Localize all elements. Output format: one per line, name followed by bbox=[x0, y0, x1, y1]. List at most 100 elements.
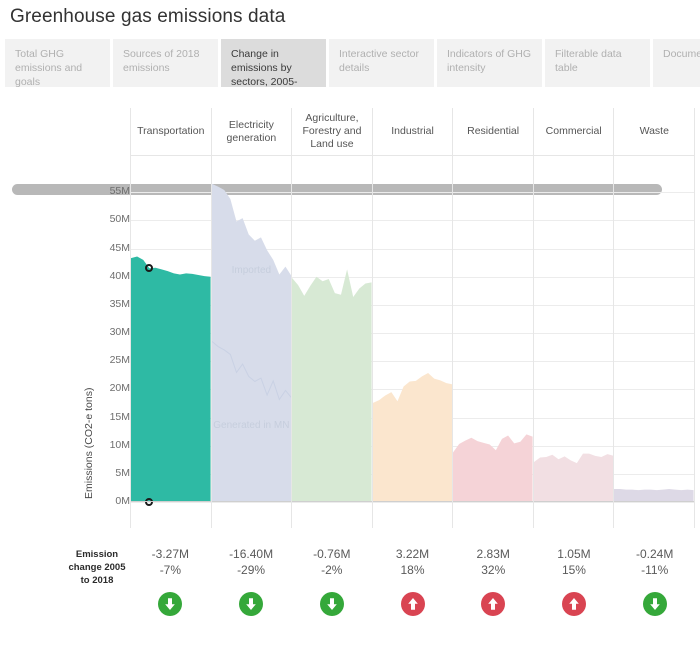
emission-change-percent: 32% bbox=[481, 563, 506, 577]
sector-panel-header: Transportation bbox=[131, 108, 211, 156]
emission-change-cell-3: 3.22M 18% bbox=[372, 528, 453, 664]
tab-5[interactable]: Filterable data table bbox=[545, 39, 650, 87]
generated-in-mn-line bbox=[212, 342, 292, 400]
area-fill bbox=[453, 434, 533, 502]
emission-change-cell-6: -0.24M -11% bbox=[614, 528, 695, 664]
arrow-up-icon bbox=[481, 592, 506, 616]
emission-change-percent: 15% bbox=[561, 563, 586, 577]
page-title: Greenhouse gas emissions data bbox=[10, 6, 286, 27]
x-axis-baseline bbox=[614, 501, 695, 502]
sector-panel-5[interactable]: Commercial bbox=[532, 108, 614, 528]
emission-change-value: -0.76M bbox=[313, 547, 351, 561]
tab-2[interactable]: Change in emissions by sectors, 2005-201… bbox=[221, 39, 326, 87]
y-tick-label: 20M bbox=[109, 382, 130, 395]
sector-panel-0[interactable]: Transportation bbox=[130, 108, 211, 528]
arrow-down-icon bbox=[642, 592, 667, 616]
emission-change-row-label: Emission change 2005 to 2018 bbox=[68, 549, 126, 586]
dashboard-root: Greenhouse gas emissions data Total GHG … bbox=[0, 0, 700, 664]
sector-panel-4[interactable]: Residential bbox=[452, 108, 533, 528]
gridline bbox=[211, 502, 292, 503]
sector-emissions-chart: Emissions (CO2-e tons) 0M 5M 10M 15M 20M 25M 3… bbox=[0, 108, 700, 528]
arrow-down-icon bbox=[319, 592, 344, 616]
emission-change-percent: -2% bbox=[321, 563, 343, 577]
sector-area-plot bbox=[533, 181, 614, 503]
sector-panel-2[interactable]: Agriculture, Forestry and Land use bbox=[291, 108, 372, 528]
emission-change-percent: -7% bbox=[159, 563, 182, 577]
emission-change-cell-0: -3.27M -7% bbox=[130, 528, 211, 664]
emission-change-value: -3.27M bbox=[151, 547, 190, 561]
area-fill bbox=[372, 373, 453, 502]
y-tick-label: 50M bbox=[109, 213, 130, 226]
sector-area-plot bbox=[292, 181, 372, 503]
tab-4[interactable]: Indicators of GHG intensity bbox=[437, 39, 542, 87]
emission-change-percent: 18% bbox=[400, 563, 425, 577]
emission-change-value: -0.24M bbox=[635, 547, 674, 561]
sector-panel-header: Residential bbox=[453, 108, 533, 156]
imported-watermark-label: Imported bbox=[231, 265, 272, 277]
emission-change-columns: -3.27M -7% -16.40M -29% -0.76M -2% 3.22M 18% 2.8… bbox=[130, 528, 695, 664]
arrow-up-icon bbox=[400, 592, 425, 616]
sector-panel-3[interactable]: Industrial bbox=[371, 108, 453, 528]
tab-label: Sources of 2018 emissions bbox=[123, 48, 200, 74]
y-tick-label: 25M bbox=[109, 354, 130, 367]
emission-change-cell-5: 1.05M 15% bbox=[534, 528, 615, 664]
generated-in-mn-watermark-label: Generated in MN bbox=[213, 419, 290, 431]
emission-change-percent: -29% bbox=[237, 563, 266, 577]
emission-change-value: 3.22M bbox=[395, 547, 430, 561]
emission-change-row: Emission change 2005 to 2018 -3.27M -7% -1… bbox=[0, 528, 700, 664]
emission-change-value: -16.40M bbox=[229, 547, 274, 561]
tab-strip: Total GHG emissions and goals Sources of … bbox=[5, 39, 700, 87]
y-axis: 0M 5M 10M 15M 20M 25M 30M 35M 40M 45M 50M 55M bbox=[82, 108, 130, 528]
tab-label: Total GHG emissions and goals bbox=[15, 48, 83, 87]
area-fill bbox=[292, 269, 372, 502]
gridline bbox=[372, 502, 453, 503]
y-tick-label: 40M bbox=[109, 269, 130, 282]
y-tick-label: 30M bbox=[109, 326, 130, 339]
x-axis-baseline bbox=[372, 501, 453, 502]
data-point-marker[interactable] bbox=[145, 263, 154, 272]
sector-panel-header: Commercial bbox=[533, 108, 614, 156]
sector-panel-1[interactable]: Electricity generation Imported Generated … bbox=[210, 108, 292, 528]
sector-panels: Transportation Electricity generation Impo… bbox=[130, 108, 696, 528]
sector-panel-header: Waste bbox=[614, 108, 695, 156]
emission-change-percent: -11% bbox=[641, 563, 669, 577]
tab-label: Interactive sector details bbox=[339, 48, 419, 74]
y-tick-label: 45M bbox=[109, 241, 130, 254]
x-axis-baseline bbox=[131, 501, 211, 502]
gridline bbox=[614, 502, 695, 503]
sector-panel-6[interactable]: Waste bbox=[613, 108, 696, 528]
tab-0[interactable]: Total GHG emissions and goals bbox=[5, 39, 110, 87]
tab-label: Indicators of GHG intensity bbox=[447, 48, 532, 74]
y-tick-label: 35M bbox=[109, 297, 130, 310]
emission-change-cell-4: 2.83M 32% bbox=[453, 528, 534, 664]
sector-panel-header: Industrial bbox=[372, 108, 453, 156]
gridline bbox=[533, 502, 614, 503]
tab-6[interactable]: Documentation bbox=[653, 39, 700, 87]
sector-panel-header: Agriculture, Forestry and Land use bbox=[292, 108, 372, 156]
tab-1[interactable]: Sources of 2018 emissions bbox=[113, 39, 218, 87]
y-tick-label: 10M bbox=[109, 438, 130, 451]
x-axis-baseline bbox=[533, 501, 614, 502]
sector-panel-header: Electricity generation bbox=[211, 108, 292, 156]
y-tick-label: 15M bbox=[109, 410, 130, 423]
y-tick-label: 0M bbox=[115, 495, 130, 507]
emission-change-value: 2.83M bbox=[476, 547, 510, 561]
area-fill bbox=[131, 256, 211, 502]
emission-change-cell-2: -0.76M -2% bbox=[291, 528, 372, 664]
sector-area-plot bbox=[614, 181, 695, 503]
data-point-marker[interactable] bbox=[145, 498, 154, 506]
arrow-down-icon bbox=[158, 592, 183, 616]
emission-change-value: 1.05M bbox=[557, 547, 591, 561]
sector-area-plot bbox=[372, 181, 453, 503]
sector-area-plot bbox=[131, 181, 211, 506]
sector-area-plot: Imported Generated in MN bbox=[211, 181, 292, 503]
tab-3[interactable]: Interactive sector details bbox=[329, 39, 434, 87]
sector-area-plot bbox=[453, 181, 533, 503]
tab-label: Documentation bbox=[663, 48, 700, 60]
horizontal-scrollbar-track[interactable] bbox=[6, 92, 696, 195]
y-tick-label: 5M bbox=[115, 466, 130, 479]
area-fill bbox=[533, 453, 614, 502]
gridline bbox=[453, 502, 533, 503]
gridline bbox=[131, 502, 211, 503]
y-tick-label: 55M bbox=[109, 185, 130, 198]
